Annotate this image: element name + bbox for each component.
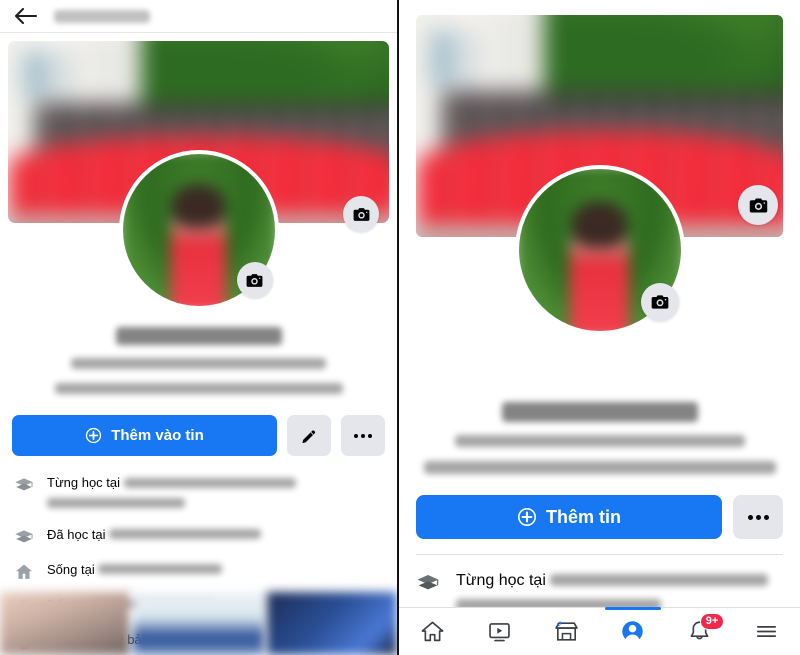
nav-item-profile[interactable] [599,608,666,655]
info-row-lives-in[interactable]: Sống tại [14,561,383,582]
plus-circle-icon [518,508,536,526]
info-row-text: Từng học tại [47,474,296,512]
graduation-cap-icon [417,575,439,590]
hamburger-menu-icon [757,626,777,637]
app-header [0,0,397,33]
photo-thumbnail[interactable] [133,592,264,655]
home-icon [421,621,444,642]
comparison-screenshot: Thêm vào tin Từng học tại Đã học tại Sốn… [0,0,800,655]
info-row-text: Đã học tại [47,526,262,545]
camera-icon [246,273,263,287]
profile-name-censored [501,402,698,422]
camera-icon [749,198,767,212]
nav-item-menu[interactable] [733,608,800,655]
camera-icon [651,295,668,309]
photo-thumbnail[interactable] [266,592,397,655]
profile-photo-container[interactable] [118,150,279,310]
notification-badge: 9+ [699,613,725,631]
info-row-value-censored [98,564,223,575]
graduation-cap-icon [15,530,33,543]
info-row-label: Đã học tại [47,526,106,542]
profile-bio-line-2 [423,461,776,475]
nav-item-marketplace[interactable] [533,608,600,655]
profile-photo-camera-button[interactable] [640,283,679,321]
back-arrow-icon[interactable] [12,5,38,27]
section-divider [416,554,783,555]
info-row-text: Sống tại [47,561,223,580]
cover-photo-camera-button[interactable] [343,196,379,232]
info-row-value-censored [123,477,296,488]
profile-bio-line-1 [71,358,326,370]
ellipsis-icon [354,433,372,438]
info-row-label: Sống tại [47,561,95,577]
right-phone-panel: Thêm tin Từng học tại 9+ [399,0,800,655]
more-options-button[interactable] [733,495,783,539]
add-to-story-button[interactable]: Thêm vào tin [12,415,277,456]
profile-name [0,327,397,347]
profile-photo-camera-button[interactable] [236,262,273,298]
info-row-studied-at-university[interactable]: Từng học tại [14,474,383,512]
graduation-cap-icon [15,478,33,491]
info-row-label: Từng học tại [47,475,121,490]
info-row-label: Từng học tại [456,572,546,589]
photo-thumbnail[interactable] [0,592,131,655]
profile-name [399,402,800,422]
home-icon [16,564,32,579]
profile-action-row: Thêm vào tin [12,415,385,456]
camera-icon [353,207,369,221]
add-story-label: Thêm tin [546,506,621,527]
info-row-value-censored [109,529,262,540]
info-row-value-censored [550,573,769,586]
plus-circle-icon [86,427,102,444]
nav-item-notifications[interactable]: 9+ [666,608,733,655]
header-profile-name [54,9,150,23]
video-icon [488,623,510,642]
info-row-value-censored-wrap [47,498,185,509]
profile-bio-line-2 [54,383,343,395]
profile-name-censored [115,327,282,345]
photo-strip[interactable] [0,592,397,655]
profile-bio-line-1 [454,434,745,447]
marketplace-icon [554,621,578,641]
profile-photo-container[interactable] [514,165,685,335]
add-to-story-label: Thêm vào tin [111,427,204,444]
cover-photo-camera-button[interactable] [738,185,778,225]
profile-action-row: Thêm tin [416,495,783,539]
profile-bio [399,432,800,477]
ellipsis-icon [747,514,769,520]
profile-icon [622,621,644,643]
nav-item-home[interactable] [399,608,466,655]
nav-item-video[interactable] [466,608,533,655]
add-story-button[interactable]: Thêm tin [416,495,722,539]
pencil-icon [302,430,316,443]
more-options-button[interactable] [341,415,385,456]
left-phone-panel: Thêm vào tin Từng học tại Đã học tại Sốn… [0,0,399,655]
bottom-navigation-bar: 9+ [399,607,800,655]
info-row-studied-at-highschool[interactable]: Đã học tại [14,526,383,547]
edit-profile-button[interactable] [287,415,331,456]
profile-bio [0,355,397,398]
